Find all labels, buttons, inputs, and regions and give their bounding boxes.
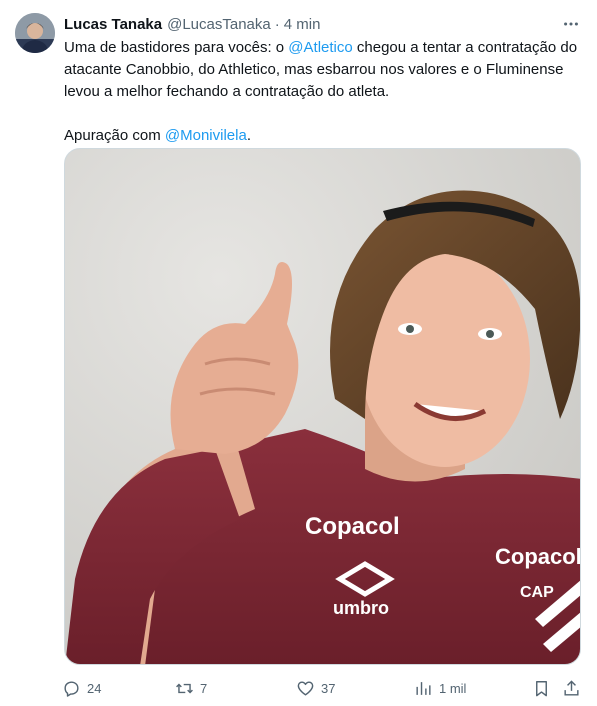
like-button[interactable]: 37	[296, 677, 335, 699]
timestamp[interactable]: 4 min	[284, 16, 321, 33]
reply-icon	[64, 680, 79, 697]
avatar[interactable]	[15, 13, 55, 53]
bookmark-icon	[536, 680, 547, 696]
shirt-brand: umbro	[333, 598, 389, 618]
heart-icon	[297, 680, 314, 696]
tweet-paragraph-1: Uma de bastidores para vocês: o @Atletic…	[64, 37, 584, 103]
retweet-count: 7	[200, 680, 208, 696]
tweet-photo[interactable]: Copacol Copacol umbro CAP	[64, 148, 581, 665]
separator-dot: ·	[274, 15, 280, 33]
like-count: 37	[321, 680, 336, 696]
text-segment: Uma de bastidores para vocês: o	[64, 39, 289, 56]
mention-monivilela[interactable]: @Monivilela	[165, 127, 247, 144]
paragraph-spacer	[64, 103, 584, 125]
shirt-sponsor: Copacol	[305, 513, 400, 540]
more-icon	[564, 22, 578, 26]
tweet-header: Lucas Tanaka @LucasTanaka · 4 min	[64, 14, 320, 34]
shirt-sponsor-2: Copacol	[495, 544, 581, 569]
mention-atletico[interactable]: @Atletico	[288, 39, 352, 56]
display-name[interactable]: Lucas Tanaka	[64, 16, 162, 33]
player-photo: Copacol Copacol umbro CAP	[65, 149, 581, 664]
tweet-text: Uma de bastidores para vocês: o @Atletic…	[64, 37, 584, 147]
bookmark-button[interactable]	[532, 677, 551, 699]
more-options-button[interactable]	[561, 14, 581, 34]
views-button[interactable]: 1 mil	[414, 677, 466, 699]
reply-button[interactable]: 24	[62, 677, 101, 699]
views-icon	[416, 681, 431, 695]
tweet[interactable]: Lucas Tanaka @LucasTanaka · 4 min Uma de…	[0, 0, 597, 706]
share-button[interactable]	[562, 677, 581, 699]
shirt-badge: CAP	[520, 584, 554, 601]
user-handle[interactable]: @LucasTanaka	[167, 16, 271, 33]
reply-count: 24	[87, 680, 102, 696]
tweet-paragraph-2: Apuração com @Monivilela.	[64, 125, 584, 147]
retweet-button[interactable]: 7	[175, 677, 207, 699]
text-segment: Apuração com	[64, 127, 165, 144]
action-bar: 24 7 37 1 mil	[62, 677, 584, 699]
text-segment: .	[246, 127, 251, 144]
views-count: 1 mil	[439, 680, 467, 696]
avatar-image	[15, 13, 55, 53]
retweet-icon	[176, 683, 193, 693]
share-icon	[564, 679, 579, 696]
